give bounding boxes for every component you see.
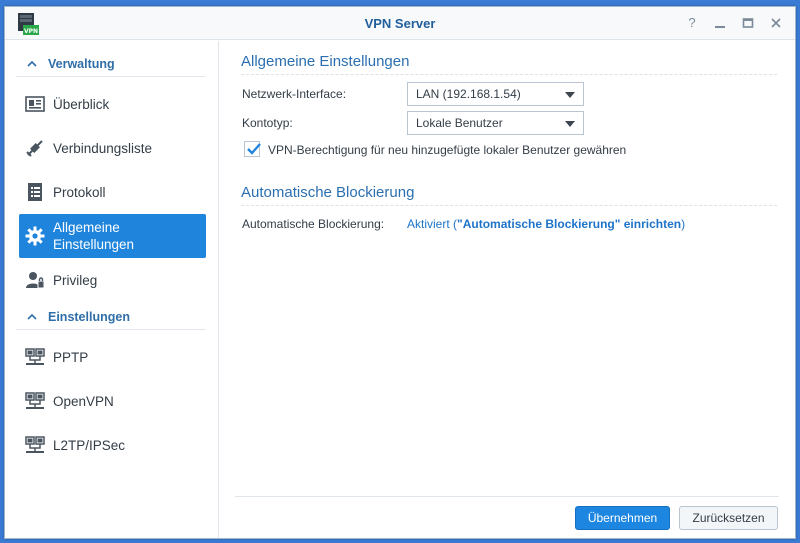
- sidebar-item-l2tp-ipsec[interactable]: L2TP/IPSec: [19, 428, 206, 462]
- autoblock-label: Automatische Blockierung:: [242, 217, 385, 231]
- chevron-up-icon: [27, 313, 37, 320]
- section-header-einstellungen[interactable]: Einstellungen: [16, 304, 206, 330]
- minimize-icon[interactable]: [713, 16, 727, 30]
- autoblock-setup-link[interactable]: "Automatische Blockierung" einrichten: [457, 217, 681, 231]
- sidebar-item-label: PPTP: [53, 349, 89, 365]
- account-type-select[interactable]: Lokale Benutzer: [407, 111, 584, 135]
- maximize-icon[interactable]: [741, 16, 755, 30]
- reset-button[interactable]: Zurücksetzen: [679, 506, 778, 530]
- sidebar-item-label: Protokoll: [53, 184, 106, 200]
- sidebar-item-overview[interactable]: Überblick: [19, 87, 206, 121]
- section-label: Verwaltung: [48, 56, 115, 71]
- network-interface-select[interactable]: LAN (192.168.1.54): [407, 82, 584, 106]
- sidebar-item-connection-list[interactable]: Verbindungsliste: [19, 131, 206, 165]
- vpn-permission-checkbox[interactable]: [244, 141, 261, 157]
- network-interface-label: Netzwerk-Interface:: [242, 87, 347, 101]
- autoblock-status-prefix: Aktiviert (: [407, 217, 458, 231]
- gear-icon: [25, 226, 45, 246]
- sidebar-item-openvpn[interactable]: OpenVPN: [19, 384, 206, 418]
- window-title: VPN Server: [364, 16, 436, 31]
- close-icon[interactable]: [769, 16, 783, 30]
- overview-icon: [25, 96, 45, 112]
- main-content: Allgemeine Einstellungen Netzwerk-Interf…: [220, 41, 795, 538]
- network-icon: [25, 348, 45, 365]
- vpn-permission-label: VPN-Berechtigung für neu hinzugefügte lo…: [268, 143, 627, 157]
- sidebar-item-label: Verbindungsliste: [53, 140, 153, 156]
- account-type-label: Kontotyp:: [242, 116, 293, 130]
- network-icon: [25, 392, 45, 409]
- autoblock-status: Aktiviert ("Automatische Blockierung" ei…: [407, 217, 685, 231]
- sidebar-item-log[interactable]: Protokoll: [19, 175, 206, 209]
- footer-bar: Übernehmen Zurücksetzen: [235, 496, 779, 538]
- help-icon[interactable]: ?: [685, 16, 699, 30]
- network-interface-value: LAN (192.168.1.54): [416, 87, 521, 101]
- autoblock-status-suffix: ): [681, 217, 686, 231]
- section-header-verwaltung[interactable]: Verwaltung: [16, 51, 206, 77]
- title-bar: VPN VPN Server ?: [5, 7, 795, 40]
- dropdown-caret-icon: [565, 92, 575, 98]
- account-type-value: Lokale Benutzer: [416, 116, 503, 130]
- sidebar-item-privilege[interactable]: Privileg: [19, 263, 206, 297]
- general-settings-heading: Allgemeine Einstellungen: [241, 53, 777, 75]
- connection-list-icon: [26, 140, 43, 157]
- autoblock-heading: Automatische Blockierung: [241, 184, 777, 206]
- sidebar-item-label: L2TP/IPSec: [53, 437, 126, 453]
- sidebar-item-label: OpenVPN: [53, 393, 114, 409]
- dropdown-caret-icon: [565, 121, 575, 127]
- sidebar-item-general-settings[interactable]: Allgemeine Einstellungen: [19, 214, 206, 258]
- checkmark-icon: [247, 143, 261, 155]
- privilege-icon: [26, 272, 45, 289]
- sidebar-item-label: Überblick: [53, 96, 110, 112]
- sidebar-item-label: Privileg: [53, 272, 98, 288]
- apply-button[interactable]: Übernehmen: [575, 506, 670, 530]
- network-icon: [25, 436, 45, 453]
- section-label: Einstellungen: [48, 309, 130, 324]
- sidebar: Verwaltung Überblick Verbindungsliste Pr…: [5, 41, 219, 538]
- vpn-server-window: VPN VPN Server ? Verwaltung Überblick Ve…: [4, 6, 796, 539]
- sidebar-item-pptp[interactable]: PPTP: [19, 340, 206, 374]
- log-icon: [28, 183, 42, 201]
- chevron-up-icon: [27, 60, 37, 67]
- sidebar-item-label: Allgemeine Einstellungen: [53, 220, 135, 252]
